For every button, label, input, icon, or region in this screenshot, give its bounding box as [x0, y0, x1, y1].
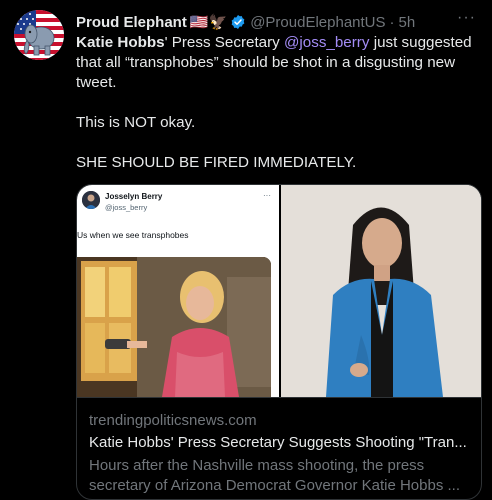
embedded-post-screenshot: Josselyn Berry @joss_berry ··· Us when w… [77, 185, 279, 397]
embedded-author-handle: @joss_berry [105, 203, 148, 212]
tweet-bold-name: Katie Hobbs [76, 34, 165, 51]
more-options-icon[interactable]: ··· [457, 9, 476, 27]
link-preview-card[interactable]: Josselyn Berry @joss_berry ··· Us when w… [76, 184, 482, 500]
tweet-text-segment: ' Press Secretary [164, 34, 284, 51]
card-title[interactable]: Katie Hobbs' Press Secretary Suggests Sh… [89, 434, 473, 451]
card-info[interactable]: trendingpoliticsnews.com Katie Hobbs' Pr… [77, 397, 481, 499]
tweet-header: Proud Elephant 🇺🇸🦅 @ProudElephantUS · 5h… [76, 9, 478, 33]
movie-still-image [77, 257, 271, 397]
embedded-author-name: Josselyn Berry [105, 192, 163, 201]
author-handle[interactable]: @ProudElephantUS [250, 14, 385, 31]
elephant-flag-logo-icon [14, 10, 64, 60]
card-domain: trendingpoliticsnews.com [89, 412, 257, 429]
verified-badge-icon[interactable] [230, 14, 246, 30]
embedded-post-text: Us when we see transphobes [77, 230, 189, 240]
tweet-timestamp[interactable]: 5h [399, 14, 416, 31]
separator-dot: · [389, 13, 395, 31]
embedded-avatar [82, 191, 100, 209]
tweet-text: Katie Hobbs' Press Secretary @joss_berry… [76, 33, 482, 173]
tweet-paragraph-1: Katie Hobbs' Press Secretary @joss_berry… [76, 33, 482, 93]
card-description-line-2: secretary of Arizona Democrat Governor K… [89, 477, 460, 494]
card-media[interactable]: Josselyn Berry @joss_berry ··· Us when w… [77, 185, 481, 397]
author-display-name[interactable]: Proud Elephant [76, 14, 187, 31]
author-avatar[interactable] [14, 10, 64, 60]
us-flag-eagle-emoji: 🇺🇸🦅 [189, 14, 228, 31]
press-secretary-photo [281, 185, 481, 397]
tweet-paragraph-3: SHE SHOULD BE FIRED IMMEDIATELY. [76, 154, 357, 171]
tweet-paragraph-2: This is NOT okay. [76, 114, 196, 131]
card-description-line-1: Hours after the Nashville mass shooting,… [89, 457, 425, 474]
tweet[interactable]: Proud Elephant 🇺🇸🦅 @ProudElephantUS · 5h… [0, 0, 492, 500]
mention-link[interactable]: @joss_berry [284, 34, 369, 51]
embedded-more-icon: ··· [263, 191, 271, 200]
card-description: Hours after the Nashville mass shooting,… [89, 456, 473, 496]
